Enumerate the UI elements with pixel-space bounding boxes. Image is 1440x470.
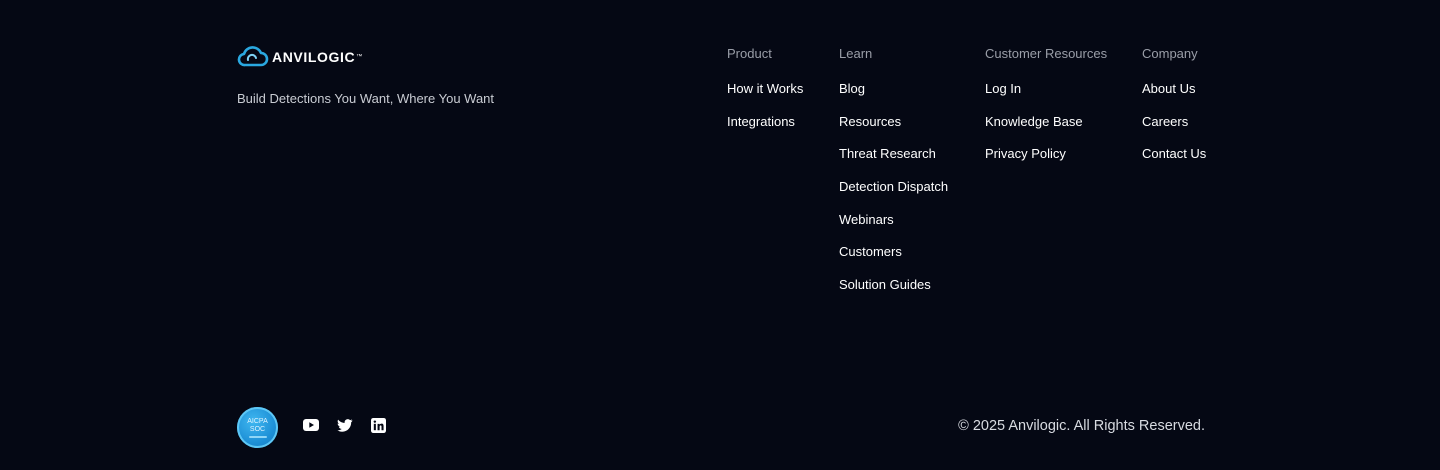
column-heading: Company	[1142, 46, 1198, 61]
footer-link-integrations[interactable]: Integrations	[727, 114, 803, 130]
brand-tagline: Build Detections You Want, Where You Wan…	[237, 91, 495, 106]
footer-link-how-it-works[interactable]: How it Works	[727, 81, 803, 97]
footer-link-contact-us[interactable]: Contact Us	[1142, 146, 1206, 162]
badge-line-soc: SOC	[249, 425, 266, 433]
footer-link-careers[interactable]: Careers	[1142, 114, 1206, 130]
footer-link-detection-dispatch[interactable]: Detection Dispatch	[839, 179, 948, 195]
footer-link-about-us[interactable]: About Us	[1142, 81, 1206, 97]
footer-column-customer-resources: Customer Resources Log In Knowledge Base…	[985, 46, 1107, 179]
column-heading: Product	[727, 46, 772, 61]
badge-line-aicpa: AICPA	[247, 417, 268, 425]
badge-underline	[248, 435, 267, 438]
footer-link-blog[interactable]: Blog	[839, 81, 948, 97]
footer-link-customers[interactable]: Customers	[839, 244, 948, 260]
aicpa-soc-badge: AICPA SOC	[237, 407, 278, 448]
site-footer: ANVILOGIC ™ Build Detections You Want, W…	[0, 0, 1440, 470]
footer-link-threat-research[interactable]: Threat Research	[839, 146, 948, 162]
twitter-icon	[337, 418, 353, 432]
footer-link-log-in[interactable]: Log In	[985, 81, 1107, 97]
youtube-link[interactable]	[303, 417, 319, 433]
footer-link-resources[interactable]: Resources	[839, 114, 948, 130]
column-heading: Customer Resources	[985, 46, 1108, 61]
cloud-logo-icon	[237, 46, 269, 68]
footer-link-webinars[interactable]: Webinars	[839, 212, 948, 228]
brand-name: ANVILOGIC	[272, 49, 356, 65]
brand-trademark: ™	[356, 54, 363, 60]
twitter-link[interactable]	[337, 417, 353, 433]
footer-link-knowledge-base[interactable]: Knowledge Base	[985, 114, 1107, 130]
footer-link-privacy-policy[interactable]: Privacy Policy	[985, 146, 1107, 162]
footer-column-learn: Learn Blog Resources Threat Research Det…	[839, 46, 948, 310]
footer-link-solution-guides[interactable]: Solution Guides	[839, 277, 948, 293]
linkedin-link[interactable]	[370, 417, 386, 433]
brand-logo[interactable]: ANVILOGIC ™	[237, 46, 362, 68]
youtube-icon	[303, 419, 319, 431]
column-heading: Learn	[839, 46, 873, 61]
footer-column-company: Company About Us Careers Contact Us	[1142, 46, 1206, 179]
linkedin-icon	[370, 417, 386, 433]
footer-column-product: Product How it Works Integrations	[727, 46, 803, 146]
copyright-text: © 2025 Anvilogic. All Rights Reserved.	[958, 418, 1205, 434]
